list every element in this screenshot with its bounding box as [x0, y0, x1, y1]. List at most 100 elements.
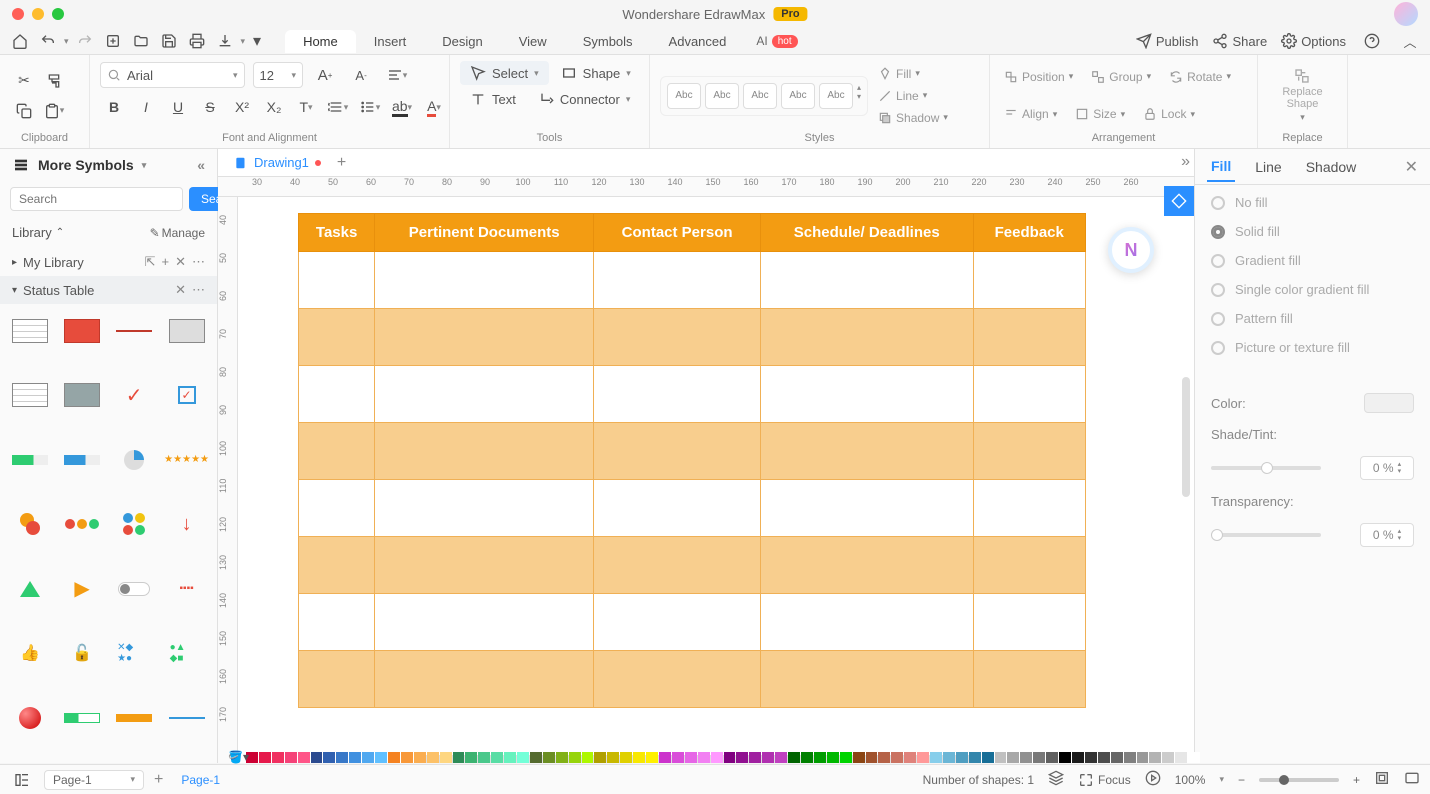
color-swatch[interactable]	[323, 752, 335, 763]
color-swatch[interactable]	[594, 752, 606, 763]
page-tab[interactable]: Page-1	[173, 773, 228, 787]
shade-slider[interactable]	[1211, 466, 1321, 470]
line-menu[interactable]: Line▾	[874, 86, 952, 106]
table-cell[interactable]	[973, 537, 1086, 594]
doc-tab-drawing1[interactable]: Drawing1	[226, 151, 329, 175]
transparency-slider[interactable]	[1211, 533, 1321, 537]
single-gradient-option[interactable]: Single color gradient fill	[1211, 282, 1414, 297]
table-cell[interactable]	[594, 537, 761, 594]
table-cell[interactable]	[594, 366, 761, 423]
table-cell[interactable]	[761, 651, 974, 708]
table-cell[interactable]	[299, 309, 375, 366]
table-cell[interactable]	[594, 423, 761, 480]
subscript-icon[interactable]: X₂	[260, 93, 288, 121]
add-tab-button[interactable]: +	[337, 154, 346, 172]
canvas[interactable]: TasksPertinent DocumentsContact PersonSc…	[238, 197, 1194, 763]
more-icon[interactable]: ▾	[249, 29, 265, 53]
color-swatch[interactable]	[620, 752, 632, 763]
solid-fill-option[interactable]: Solid fill	[1211, 224, 1414, 239]
lib-out-icon[interactable]: ⇱	[145, 254, 156, 270]
symbol-arrow-down[interactable]: ↓	[164, 505, 209, 543]
color-swatch[interactable]	[362, 752, 374, 763]
color-swatch[interactable]	[1059, 752, 1071, 763]
options-button[interactable]: Options	[1281, 33, 1346, 49]
more-symbols-header[interactable]: More Symbols▾ «	[0, 149, 217, 181]
color-swatch[interactable]	[285, 752, 297, 763]
open-icon[interactable]	[129, 29, 153, 53]
symbol-progress-orange[interactable]	[112, 699, 156, 737]
color-swatch[interactable]	[1033, 752, 1045, 763]
underline-icon[interactable]: U	[164, 93, 192, 121]
symbol-shapes-green[interactable]: ●▲◆■	[164, 634, 209, 672]
lock-menu[interactable]: Lock▾	[1139, 104, 1199, 124]
color-swatch[interactable]	[775, 752, 787, 763]
color-swatch[interactable]	[440, 752, 452, 763]
gradient-fill-option[interactable]: Gradient fill	[1211, 253, 1414, 268]
zoom-value[interactable]: 100%	[1175, 773, 1206, 787]
symbol-table-red[interactable]	[60, 312, 104, 350]
color-swatch[interactable]	[982, 752, 994, 763]
italic-icon[interactable]: I	[132, 93, 160, 121]
table-cell[interactable]	[375, 651, 594, 708]
color-swatch[interactable]	[866, 752, 878, 763]
table-cell[interactable]	[594, 594, 761, 651]
tab-symbols[interactable]: Symbols	[565, 30, 651, 53]
color-swatch[interactable]	[478, 752, 490, 763]
focus-button[interactable]: Focus	[1078, 772, 1131, 788]
table-cell[interactable]	[761, 537, 974, 594]
color-swatch[interactable]	[633, 752, 645, 763]
undo-icon[interactable]	[36, 29, 60, 53]
vertical-scrollbar[interactable]	[1182, 377, 1190, 497]
shadow-tab[interactable]: Shadow	[1302, 153, 1361, 181]
print-icon[interactable]	[185, 29, 209, 53]
library-header[interactable]: Library ⌃ ✎Manage	[0, 217, 217, 248]
color-swatch[interactable]	[401, 752, 413, 763]
minimize-window[interactable]	[32, 8, 44, 20]
symbol-search-input[interactable]	[10, 187, 183, 211]
table-cell[interactable]	[375, 309, 594, 366]
table-header[interactable]: Schedule/ Deadlines	[761, 214, 974, 252]
align-menu[interactable]: Align▾	[1000, 104, 1061, 124]
color-swatch[interactable]	[1175, 752, 1187, 763]
color-swatch[interactable]	[711, 752, 723, 763]
styles-down[interactable]: ▾	[857, 92, 861, 101]
symbol-toggle[interactable]	[112, 570, 156, 608]
color-swatch[interactable]	[801, 752, 813, 763]
color-swatch[interactable]	[840, 752, 852, 763]
table-header[interactable]: Feedback	[973, 214, 1086, 252]
color-swatch[interactable]	[736, 752, 748, 763]
color-swatch[interactable]	[530, 752, 542, 763]
table-cell[interactable]	[594, 252, 761, 309]
symbol-shapes-blue[interactable]: ✕◆★●	[112, 634, 156, 672]
table-cell[interactable]	[761, 366, 974, 423]
color-swatch[interactable]	[1020, 752, 1032, 763]
symbol-play[interactable]: ▶	[60, 570, 104, 608]
collapse-sidebar-icon[interactable]: «	[197, 157, 205, 173]
symbol-unlock[interactable]: 🔓	[60, 634, 104, 672]
status-table-section[interactable]: ▾Status Table ✕⋯	[0, 276, 217, 304]
table-cell[interactable]	[973, 480, 1086, 537]
group-menu[interactable]: Group▾	[1087, 67, 1155, 87]
color-swatch[interactable]	[788, 752, 800, 763]
replace-shape-button[interactable]: Replace Shape▾	[1282, 68, 1322, 123]
export-dropdown[interactable]: ▾	[241, 36, 246, 47]
symbol-thumb[interactable]: 👍	[8, 634, 52, 672]
case-icon[interactable]: T▾	[292, 93, 320, 121]
table-cell[interactable]	[299, 480, 375, 537]
symbol-table-3[interactable]	[60, 376, 104, 414]
color-swatch[interactable]	[672, 752, 684, 763]
color-swatch[interactable]	[930, 752, 942, 763]
publish-button[interactable]: Publish	[1136, 33, 1199, 49]
color-swatch[interactable]	[465, 752, 477, 763]
color-swatch[interactable]	[298, 752, 310, 763]
text-tool[interactable]: Text	[460, 87, 526, 111]
color-swatch[interactable]	[1162, 752, 1174, 763]
color-swatch[interactable]	[995, 752, 1007, 763]
table-cell[interactable]	[375, 423, 594, 480]
color-swatch[interactable]	[904, 752, 916, 763]
table-cell[interactable]	[973, 594, 1086, 651]
symbol-pie[interactable]	[112, 441, 156, 479]
symbol-progress-green[interactable]	[60, 699, 104, 737]
symbol-red-flags[interactable]: ▪▪▪▪	[164, 570, 209, 608]
paste-icon[interactable]: ▾	[40, 97, 68, 125]
